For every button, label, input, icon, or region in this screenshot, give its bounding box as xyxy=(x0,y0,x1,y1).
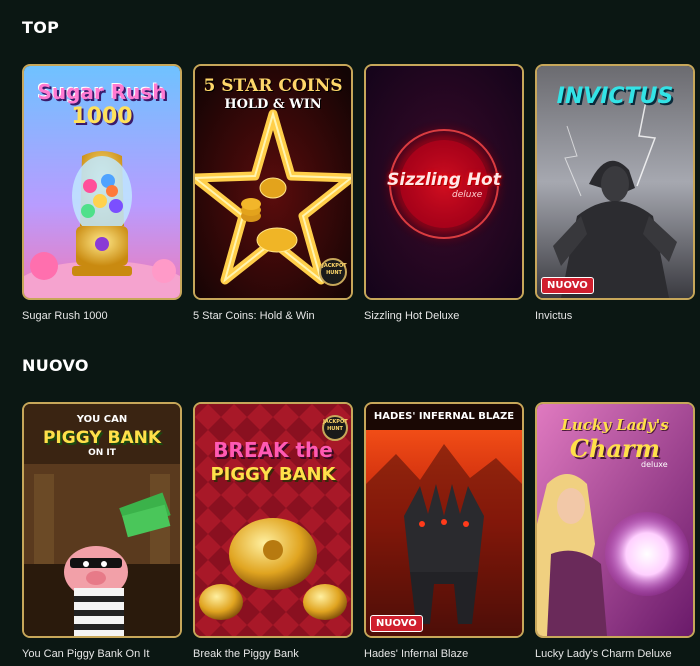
provider-logo: JACKPOT HUNT xyxy=(323,419,348,432)
game-tile-piggy-bank-on-it[interactable]: YOU CAN PIGGY BANK ON IT You Can Piggy B… xyxy=(22,402,182,660)
provider-logo: JACKPOT HUNT xyxy=(322,263,347,276)
game-label[interactable]: Invictus xyxy=(535,310,700,322)
game-label[interactable]: 5 Star Coins: Hold & Win xyxy=(193,310,363,322)
game-tile-sizzling-hot[interactable]: Sizzling Hot deluxe Sizzling Hot Deluxe xyxy=(364,64,524,322)
game-thumbnail-piggy-bank-on-it[interactable]: YOU CAN PIGGY BANK ON IT xyxy=(22,402,182,638)
game-thumbnail-invictus[interactable]: INVICTUS NUOVO xyxy=(535,64,695,300)
art-subtitle: deluxe xyxy=(452,190,483,200)
game-thumbnail-sugar-rush[interactable]: Sugar Rush 1000 xyxy=(22,64,182,300)
art-title: HADES' INFERNAL BLAZE xyxy=(373,411,515,422)
section-title-nuovo: NUOVO xyxy=(22,356,89,375)
art-pre: YOU CAN xyxy=(76,414,128,425)
art-subtitle: 1000 xyxy=(71,104,133,129)
game-tile-lucky-ladys-charm[interactable]: Lucky Lady's Charm deluxe Lucky Lady's C… xyxy=(535,402,695,660)
art-title: Sizzling Hot xyxy=(387,170,501,190)
art-subtitle: Charm xyxy=(569,434,661,463)
game-label[interactable]: Sugar Rush 1000 xyxy=(22,310,192,322)
game-tile-break-the-piggy-bank[interactable]: BREAK the PIGGY BANK JACKPOT HUNT Break … xyxy=(193,402,353,660)
game-tile-invictus[interactable]: INVICTUS NUOVO Invictus xyxy=(535,64,695,322)
art-title: PIGGY BANK xyxy=(42,428,162,448)
art-subtitle: PIGGY BANK xyxy=(210,464,336,485)
games-row-nuovo: YOU CAN PIGGY BANK ON IT You Can Piggy B… xyxy=(22,402,695,660)
art-title: Lucky Lady's xyxy=(561,416,669,434)
art-tag: deluxe xyxy=(641,460,668,469)
art-title: Sugar Rush xyxy=(37,80,167,104)
art-title: 5 STAR COINS xyxy=(203,76,343,96)
new-badge: NUOVO xyxy=(541,277,594,294)
game-label[interactable]: Sizzling Hot Deluxe xyxy=(364,310,534,322)
game-thumbnail-sizzling-hot[interactable]: Sizzling Hot deluxe xyxy=(364,64,524,300)
games-row-top: Sugar Rush 1000 Sugar Rush 1000 5 STAR C… xyxy=(22,64,695,322)
section-title-top: TOP xyxy=(22,18,60,37)
game-thumbnail-break-the-piggy-bank[interactable]: BREAK the PIGGY BANK JACKPOT HUNT xyxy=(193,402,353,638)
game-label[interactable]: Hades' Infernal Blaze xyxy=(364,648,534,660)
game-tile-hades-infernal-blaze[interactable]: HADES' INFERNAL BLAZE NUOVO Hades' Infer… xyxy=(364,402,524,660)
game-label[interactable]: Lucky Lady's Charm Deluxe xyxy=(535,648,700,660)
game-thumbnail-lucky-ladys-charm[interactable]: Lucky Lady's Charm deluxe xyxy=(535,402,695,638)
art-subtitle: ON IT xyxy=(88,448,116,458)
art-title: INVICTUS xyxy=(556,84,674,109)
art-title: BREAK the xyxy=(213,438,333,462)
art-subtitle: HOLD & WIN xyxy=(224,97,322,112)
game-tile-sugar-rush[interactable]: Sugar Rush 1000 Sugar Rush 1000 xyxy=(22,64,182,322)
game-label[interactable]: You Can Piggy Bank On It xyxy=(22,648,192,660)
game-tile-5-star-coins[interactable]: 5 STAR COINS HOLD & WIN JACKPOT HUNT 5 S… xyxy=(193,64,353,322)
game-label[interactable]: Break the Piggy Bank xyxy=(193,648,363,660)
new-badge: NUOVO xyxy=(370,615,423,632)
game-thumbnail-hades-infernal-blaze[interactable]: HADES' INFERNAL BLAZE NUOVO xyxy=(364,402,524,638)
game-thumbnail-5-star-coins[interactable]: 5 STAR COINS HOLD & WIN JACKPOT HUNT xyxy=(193,64,353,300)
